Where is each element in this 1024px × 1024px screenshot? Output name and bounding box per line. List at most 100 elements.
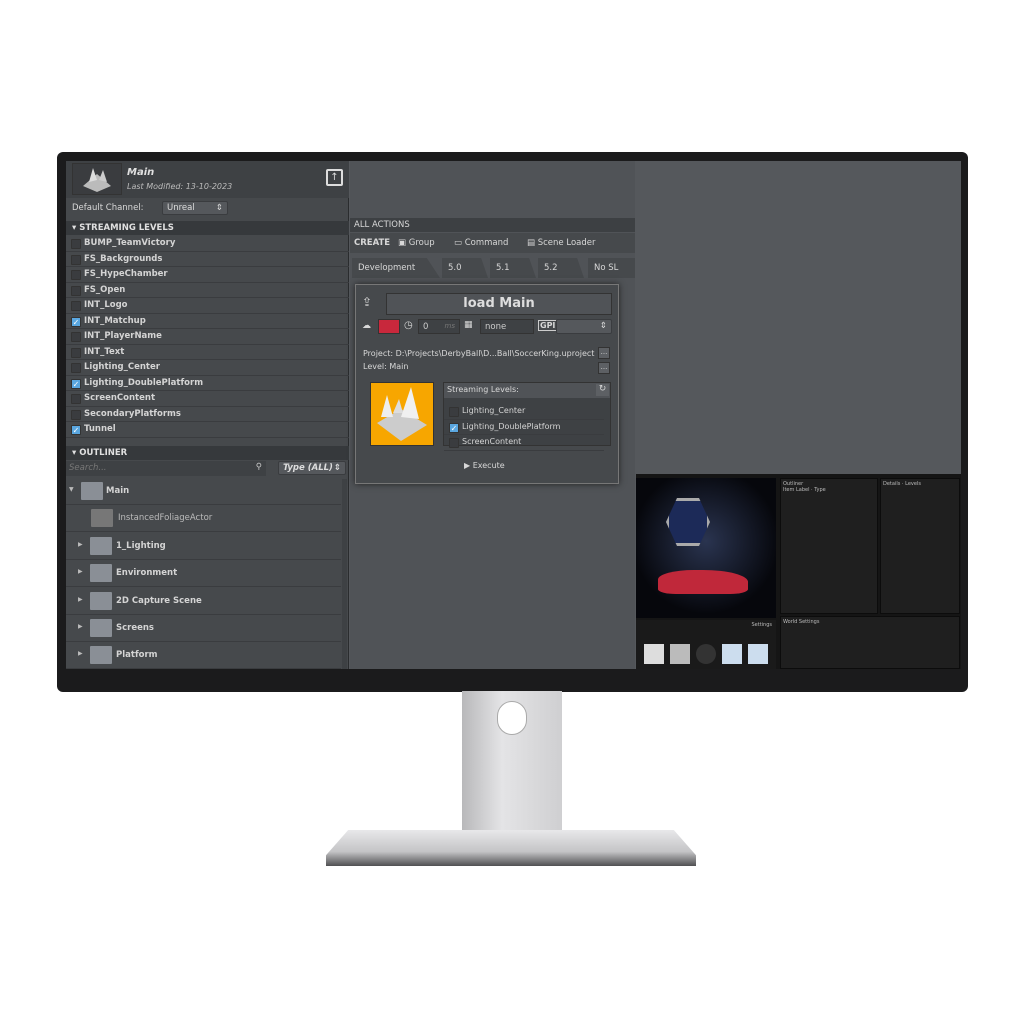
checkbox[interactable]: ✓ <box>71 425 81 435</box>
streaming-level-item[interactable]: SecondaryPlatforms <box>66 407 349 422</box>
refresh-icon[interactable]: ↻ <box>596 384 609 396</box>
level-label: Level: <box>363 362 387 371</box>
streaming-level-item[interactable]: Lighting_Center <box>66 360 349 376</box>
asset-thumb <box>670 644 690 664</box>
popup-streaming-item[interactable]: Lighting_Center <box>444 404 604 420</box>
export-icon[interactable]: ↑ <box>326 169 343 186</box>
expand-arrow-icon[interactable]: ▶ <box>78 596 83 603</box>
expand-arrow-icon[interactable]: ▶ <box>78 541 83 548</box>
checkbox[interactable] <box>71 394 81 404</box>
project-row: Project: D:\Projects\DerbyBall\D...Ball\… <box>363 349 594 358</box>
create-label: CREATE <box>354 238 391 248</box>
streaming-level-item[interactable]: ✓ Lighting_DoublePlatform <box>66 376 349 391</box>
checkbox[interactable] <box>71 409 81 420</box>
outliner-item[interactable]: ▶ 2D Capture Scene <box>66 588 341 615</box>
tab-development[interactable]: Development <box>352 258 440 278</box>
streaming-level-label: Lighting_DoublePlatform <box>84 377 204 388</box>
action-title-field[interactable]: load Main <box>386 293 612 315</box>
folder-icon <box>90 564 112 583</box>
ue-item-label: Item Label <box>783 487 810 493</box>
level-browse-button[interactable]: ... <box>598 362 610 374</box>
streaming-level-label: FS_HypeChamber <box>84 269 168 279</box>
tab-5-0[interactable]: 5.0 <box>442 258 488 278</box>
channel-icon: ☁ <box>362 321 371 331</box>
all-actions-header: ALL ACTIONS <box>350 218 635 232</box>
outliner-item-label: 2D Capture Scene <box>116 595 202 606</box>
streaming-level-item[interactable]: ✓ INT_Matchup <box>66 314 349 329</box>
checkbox[interactable] <box>71 363 81 373</box>
project-browse-button[interactable]: ... <box>598 347 610 359</box>
streaming-level-label: FS_Backgrounds <box>84 253 163 264</box>
expand-arrow-icon[interactable]: ▼ <box>69 486 74 493</box>
outliner-item-label: Platform <box>116 650 158 661</box>
ue-world-settings-title: World Settings <box>783 619 820 625</box>
streaming-level-item[interactable]: FS_Backgrounds <box>66 252 349 267</box>
outliner-item[interactable]: InstancedFoliageActor <box>66 505 341 533</box>
ue-type-label: Type <box>814 487 826 493</box>
delay-value: 0 <box>423 322 429 332</box>
expand-arrow-icon[interactable]: ▶ <box>78 650 83 657</box>
checkbox[interactable] <box>71 285 81 296</box>
outliner-item[interactable]: ▶ Environment <box>66 560 341 588</box>
command-label: Command <box>464 238 509 248</box>
timecode-input[interactable]: none <box>480 319 534 334</box>
streaming-level-item[interactable]: INT_Logo <box>66 298 349 314</box>
checkbox[interactable] <box>71 332 81 342</box>
streaming-level-item[interactable]: FS_Open <box>66 283 349 298</box>
checkbox[interactable] <box>449 438 459 448</box>
tab-no-sl[interactable]: No SL <box>588 258 635 278</box>
checkbox[interactable]: ✓ <box>71 316 81 327</box>
command-button[interactable]: ▭ Command <box>454 238 508 248</box>
checkbox[interactable] <box>71 270 81 280</box>
group-button[interactable]: ▣ Group <box>398 238 435 248</box>
ue-settings-label[interactable]: Settings <box>751 622 772 628</box>
popup-streaming-item[interactable]: ✓ Lighting_DoublePlatform <box>444 420 604 435</box>
expand-arrow-icon[interactable]: ▶ <box>78 568 83 575</box>
streaming-level-item[interactable]: INT_PlayerName <box>66 329 349 345</box>
type-filter-select[interactable]: Type (ALL) ⇕ <box>278 461 346 475</box>
delay-input[interactable]: 0 ms <box>418 319 460 334</box>
checkbox[interactable] <box>71 254 81 265</box>
execute-label: Execute <box>472 461 505 470</box>
tab-5-1[interactable]: 5.1 <box>490 258 536 278</box>
streaming-levels-header[interactable]: ▾ STREAMING LEVELS <box>66 221 349 235</box>
streaming-level-item[interactable]: INT_Text <box>66 345 349 360</box>
viewport <box>636 478 776 618</box>
outliner-item[interactable]: ▶ 1_Lighting <box>66 533 341 560</box>
scene-header: Main Last Modified: 13-10-2023 ↑ <box>66 161 349 198</box>
checkbox[interactable]: ✓ <box>71 378 81 389</box>
outliner-item[interactable]: ▶ Screens <box>66 615 341 642</box>
checkbox[interactable] <box>71 301 81 311</box>
outliner-item[interactable]: ▼ Main <box>66 478 341 505</box>
checkbox[interactable]: ✓ <box>449 422 459 433</box>
asset-thumb <box>696 644 716 664</box>
streaming-level-label: INT_PlayerName <box>84 331 162 341</box>
streaming-level-item[interactable]: BUMP_TeamVictory <box>66 236 349 252</box>
popup-streaming-item[interactable]: ScreenContent <box>444 435 604 451</box>
checkbox[interactable] <box>449 407 459 417</box>
checkbox[interactable] <box>71 347 81 358</box>
outliner-header[interactable]: ▾ OUTLINER <box>66 446 349 460</box>
type-filter-value: Type (ALL) <box>283 463 333 473</box>
streaming-level-item[interactable]: FS_HypeChamber <box>66 267 349 283</box>
checkbox[interactable] <box>71 239 81 249</box>
tab-5-2[interactable]: 5.2 <box>538 258 584 278</box>
expand-arrow-icon[interactable]: ▶ <box>78 623 83 630</box>
ue-levels-tab[interactable]: Levels <box>905 481 921 487</box>
folder-icon <box>90 536 112 555</box>
outliner-scrollbar[interactable] <box>342 479 347 669</box>
outliner-item[interactable]: ▶ Platform <box>66 642 341 669</box>
streaming-level-item[interactable]: ScreenContent <box>66 391 349 407</box>
ue-details-tab[interactable]: Details <box>883 481 900 487</box>
streaming-level-item[interactable]: ✓ Tunnel <box>66 422 349 438</box>
gpi-select[interactable]: ⇕ <box>556 319 612 334</box>
color-swatch[interactable] <box>378 319 400 334</box>
default-channel-select[interactable]: Unreal ⇕ <box>162 201 228 215</box>
streaming-levels-list: Streaming Levels: ↻ Lighting_Center ✓ Ligh… <box>443 382 611 451</box>
scene-loader-button[interactable]: ▤ Scene Loader <box>527 238 595 248</box>
outliner-search-input[interactable]: Search... ⚲ <box>66 461 266 476</box>
popup-streaming-label: Lighting_DoublePlatform <box>462 421 561 431</box>
streaming-levels-label: Streaming Levels: <box>444 383 610 398</box>
execute-button[interactable]: ▶ Execute <box>464 461 505 470</box>
level-value: Main <box>389 362 409 371</box>
